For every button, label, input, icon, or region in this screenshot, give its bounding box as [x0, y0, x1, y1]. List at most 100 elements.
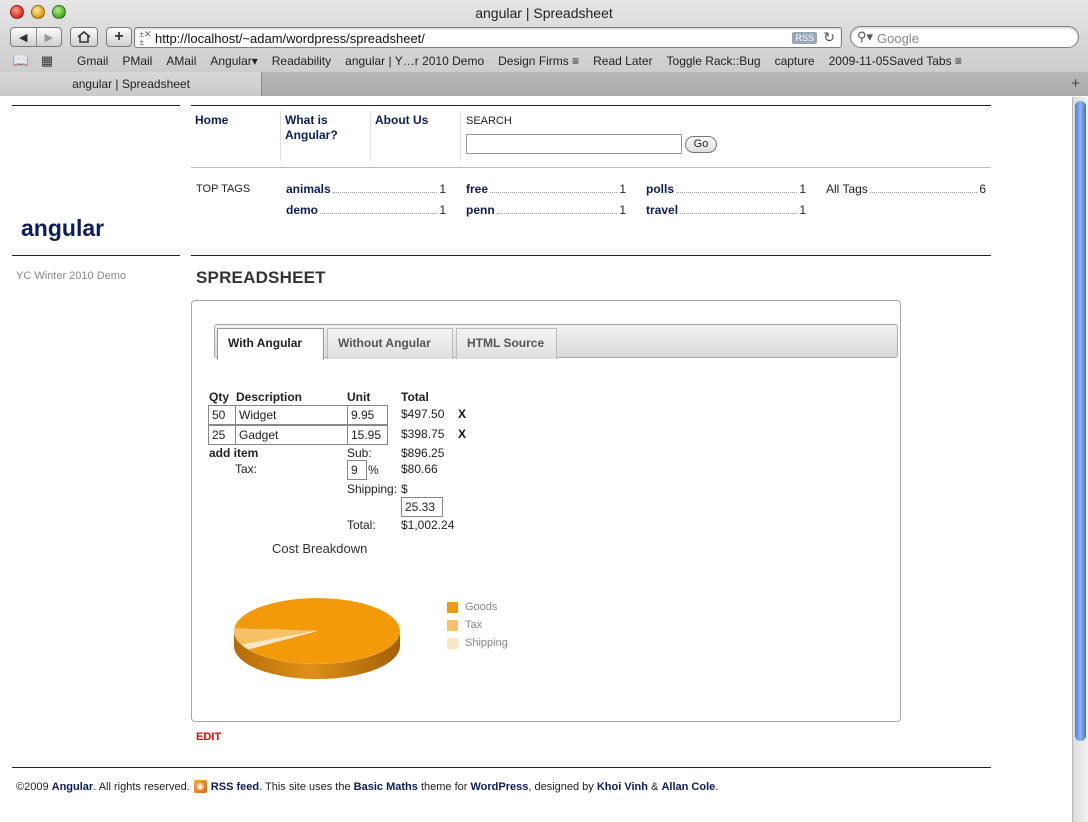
- bookmark-item[interactable]: AMail: [159, 54, 203, 68]
- site-description: YC Winter 2010 Demo: [16, 270, 127, 282]
- qty-input[interactable]: 50: [208, 405, 236, 425]
- search-go-button[interactable]: Go: [685, 136, 717, 153]
- tag-item[interactable]: penn 1: [466, 203, 626, 217]
- bookmark-item[interactable]: Angular▾: [203, 54, 264, 68]
- total-label: Total:: [347, 518, 376, 532]
- column-header-qty: Qty: [209, 390, 230, 404]
- line-total: $497.50: [401, 407, 445, 421]
- rss-feed-icon[interactable]: ◉: [193, 780, 207, 793]
- divider: [460, 111, 461, 161]
- browser-tab-label: angular | Spreadsheet: [72, 77, 190, 91]
- tab-html-source[interactable]: HTML Source: [456, 328, 557, 359]
- tax-rate-input[interactable]: 9: [347, 460, 367, 480]
- reload-icon[interactable]: ↻: [823, 29, 835, 46]
- bookmark-item[interactable]: Gmail: [70, 54, 115, 68]
- bookmark-item[interactable]: Design Firms ≡: [491, 54, 586, 68]
- bookmark-item[interactable]: Toggle Rack::Bug: [660, 54, 768, 68]
- qty-input[interactable]: 25: [208, 425, 236, 445]
- nav-what-is-angular-link[interactable]: What is Angular?: [285, 113, 355, 143]
- bookmark-item[interactable]: PMail: [115, 54, 159, 68]
- home-icon: [77, 31, 91, 43]
- bookmark-item[interactable]: angular | Y…r 2010 Demo: [338, 54, 491, 68]
- tag-item[interactable]: polls 1: [646, 182, 806, 196]
- rss-badge[interactable]: RSS: [792, 32, 817, 44]
- tag-name[interactable]: penn: [466, 203, 495, 217]
- tag-leader: [676, 192, 798, 193]
- tag-item[interactable]: travel 1: [646, 203, 806, 217]
- divider: [191, 167, 991, 168]
- description-input[interactable]: Widget: [235, 405, 348, 425]
- back-forward-group: ◀ ▶: [10, 27, 62, 47]
- unit-price-input[interactable]: 15.95: [347, 425, 388, 445]
- tag-name[interactable]: free: [466, 182, 488, 196]
- tag-item[interactable]: animals 1: [286, 182, 446, 196]
- new-tab-icon[interactable]: +: [1071, 75, 1080, 92]
- bookmark-item[interactable]: 2009-11-05Saved Tabs ≡: [822, 54, 969, 68]
- designer-link[interactable]: Khoi Vinh: [597, 781, 648, 793]
- tab-without-angular[interactable]: Without Angular: [327, 328, 453, 359]
- forward-button[interactable]: ▶: [35, 28, 62, 46]
- browser-search-field[interactable]: ⚲▾ Google: [850, 26, 1079, 48]
- demo-panel: With Angular Without Angular HTML Source…: [191, 300, 901, 722]
- home-button[interactable]: [70, 27, 98, 47]
- cost-breakdown-pie-chart: [233, 597, 401, 679]
- delete-row-button[interactable]: X: [458, 427, 466, 441]
- browser-tab[interactable]: angular | Spreadsheet: [0, 72, 262, 96]
- tax-percent-sign: %: [368, 463, 379, 477]
- footer: ©2009 Angular. All rights reserved. ◉ RSS…: [16, 780, 718, 793]
- reading-list-icon[interactable]: 📖: [10, 53, 32, 69]
- tag-count: 1: [619, 182, 626, 196]
- address-bar[interactable]: ±✕ ± http://localhost/~adam/wordpress/spr…: [134, 27, 842, 48]
- footer-amp: &: [651, 780, 659, 793]
- divider: [191, 105, 991, 106]
- bookmark-item[interactable]: Read Later: [586, 54, 659, 68]
- tag-leader: [490, 192, 618, 193]
- tag-item[interactable]: demo 1: [286, 203, 446, 217]
- bookmarks-bar: 📖 ▦ Gmail PMail AMail Angular▾ Readabili…: [0, 51, 1088, 71]
- tag-name[interactable]: animals: [286, 182, 331, 196]
- legend-swatch: [447, 637, 458, 649]
- legend-item-tax: Tax: [447, 619, 482, 631]
- bookmark-item[interactable]: Readability: [265, 54, 338, 68]
- tag-name[interactable]: polls: [646, 182, 674, 196]
- wordpress-link[interactable]: WordPress: [470, 781, 528, 793]
- description-input[interactable]: Gadget: [235, 425, 348, 445]
- footer-brand-link[interactable]: Angular: [52, 781, 94, 793]
- delete-row-button[interactable]: X: [458, 407, 466, 421]
- url-text[interactable]: http://localhost/~adam/wordpress/spreads…: [155, 31, 425, 46]
- shipping-input[interactable]: 25.33: [401, 497, 443, 517]
- nav-about-us-link[interactable]: About Us: [375, 113, 428, 128]
- theme-link[interactable]: Basic Maths: [354, 781, 418, 793]
- tag-leader: [869, 192, 978, 193]
- divider: [191, 255, 991, 256]
- tag-name[interactable]: All Tags: [826, 182, 868, 196]
- rss-feed-link[interactable]: RSS feed: [211, 781, 259, 793]
- unit-price-input[interactable]: 9.95: [347, 405, 388, 425]
- nav-home-link[interactable]: Home: [195, 113, 228, 128]
- footer-theme-text: . This site uses the: [259, 780, 351, 793]
- footer-rights: . All rights reserved.: [93, 780, 190, 793]
- tab-with-angular[interactable]: With Angular: [217, 328, 324, 360]
- top-sites-grid-icon[interactable]: ▦: [36, 53, 58, 69]
- tag-name[interactable]: demo: [286, 203, 318, 217]
- designer-link[interactable]: Allan Cole: [661, 781, 715, 793]
- column-header-description: Description: [236, 390, 303, 404]
- tag-count: 1: [619, 203, 626, 217]
- tag-leader: [320, 213, 438, 214]
- back-button[interactable]: ◀: [11, 28, 36, 46]
- site-search-input[interactable]: [466, 134, 682, 154]
- page-title: SPREADSHEET: [196, 268, 326, 287]
- tag-item[interactable]: free 1: [466, 182, 626, 196]
- footer-copyright: ©2009: [16, 780, 49, 793]
- tag-count: 1: [799, 203, 806, 217]
- bookmark-item[interactable]: capture: [768, 54, 822, 68]
- vertical-scrollbar[interactable]: [1072, 97, 1088, 822]
- edit-link[interactable]: EDIT: [196, 731, 221, 743]
- add-bookmark-button[interactable]: +: [106, 27, 132, 47]
- tag-item[interactable]: All Tags 6: [826, 182, 986, 196]
- tag-name[interactable]: travel: [646, 203, 678, 217]
- add-item-link[interactable]: add item: [209, 446, 258, 460]
- site-title[interactable]: angular: [21, 215, 104, 242]
- demo-tab-bar: With Angular Without Angular HTML Source: [214, 324, 898, 360]
- scrollbar-thumb[interactable]: [1075, 101, 1086, 741]
